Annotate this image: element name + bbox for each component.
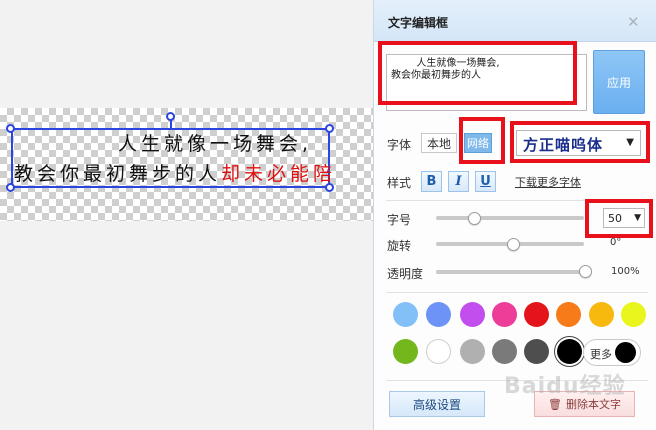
delete-text-button[interactable]: 🗑 删除本文字: [534, 391, 635, 417]
color-swatch[interactable]: [524, 339, 549, 364]
color-swatch[interactable]: [589, 302, 614, 327]
font-size-slider-knob[interactable]: [468, 212, 481, 225]
style-label: 样式: [387, 176, 412, 190]
color-swatch[interactable]: [492, 339, 517, 364]
text-edit-panel: 文字编辑框 ✕ 人生就像一场舞会, 教会你最初舞步的人 应用 字体 本地 网络 …: [373, 0, 656, 430]
color-swatch[interactable]: [393, 339, 418, 364]
resize-handle-top-right[interactable]: [325, 124, 334, 133]
more-colors-label: 更多: [590, 348, 612, 361]
close-icon[interactable]: ✕: [627, 13, 640, 31]
color-swatch[interactable]: [556, 302, 581, 327]
canvas-text-line-1: 人生就像一场舞会,: [118, 133, 313, 155]
font-size-slider[interactable]: [436, 216, 584, 220]
chevron-down-icon: ▼: [626, 137, 634, 148]
color-swatch[interactable]: [393, 302, 418, 327]
rotate-value: 0°: [610, 237, 622, 248]
advanced-settings-button[interactable]: 高级设置: [389, 391, 485, 417]
font-source-local-button[interactable]: 本地: [421, 133, 457, 153]
font-label: 字体: [387, 138, 412, 152]
canvas-text-line-2-black: 教会你最初舞步的人: [14, 163, 222, 185]
font-size-value: 50: [608, 212, 622, 225]
color-swatch[interactable]: [460, 339, 485, 364]
delete-text-label: 删除本文字: [565, 398, 621, 411]
opacity-value: 100%: [611, 266, 640, 277]
rotate-label: 旋转: [387, 239, 412, 253]
section-divider: [386, 380, 648, 381]
color-swatch[interactable]: [524, 302, 549, 327]
font-source-web-button[interactable]: 网络: [464, 133, 492, 153]
color-swatch[interactable]: [621, 302, 646, 327]
more-colors-button[interactable]: 更多: [583, 339, 641, 366]
color-swatch[interactable]: [460, 302, 485, 327]
panel-header: 文字编辑框 ✕: [374, 0, 656, 42]
section-divider: [386, 292, 648, 293]
italic-button[interactable]: I: [448, 171, 469, 192]
font-size-select[interactable]: 50 ▼: [603, 208, 645, 228]
canvas-text-line-2: 教会你最初舞步的人却未必能陪: [14, 159, 336, 186]
chevron-down-icon: ▼: [634, 213, 641, 223]
text-input-area[interactable]: 人生就像一场舞会, 教会你最初舞步的人: [386, 54, 587, 111]
opacity-slider[interactable]: [436, 270, 584, 274]
trash-icon: 🗑: [548, 397, 562, 411]
opacity-label: 透明度: [387, 267, 424, 281]
color-swatch[interactable]: [557, 339, 582, 364]
rotate-handle[interactable]: [166, 112, 175, 121]
opacity-slider-knob[interactable]: [579, 265, 592, 278]
panel-title: 文字编辑框: [388, 16, 449, 30]
font-family-select[interactable]: 方正喵呜体 ▼: [516, 130, 641, 156]
color-swatch[interactable]: [492, 302, 517, 327]
rotate-slider-knob[interactable]: [507, 238, 520, 251]
color-swatch[interactable]: [426, 339, 451, 364]
current-color-dot: [615, 342, 636, 363]
canvas-text-line-2-red: 却未必能陪: [221, 163, 337, 185]
bold-button[interactable]: B: [421, 171, 442, 192]
font-size-label: 字号: [387, 213, 412, 227]
section-divider: [386, 200, 648, 201]
download-more-fonts-link[interactable]: 下载更多字体: [515, 174, 581, 190]
color-swatch[interactable]: [426, 302, 451, 327]
apply-button[interactable]: 应用: [593, 50, 645, 114]
underline-button[interactable]: U: [475, 171, 496, 192]
resize-handle-top-left[interactable]: [6, 124, 15, 133]
font-family-value: 方正喵呜体: [523, 136, 604, 154]
